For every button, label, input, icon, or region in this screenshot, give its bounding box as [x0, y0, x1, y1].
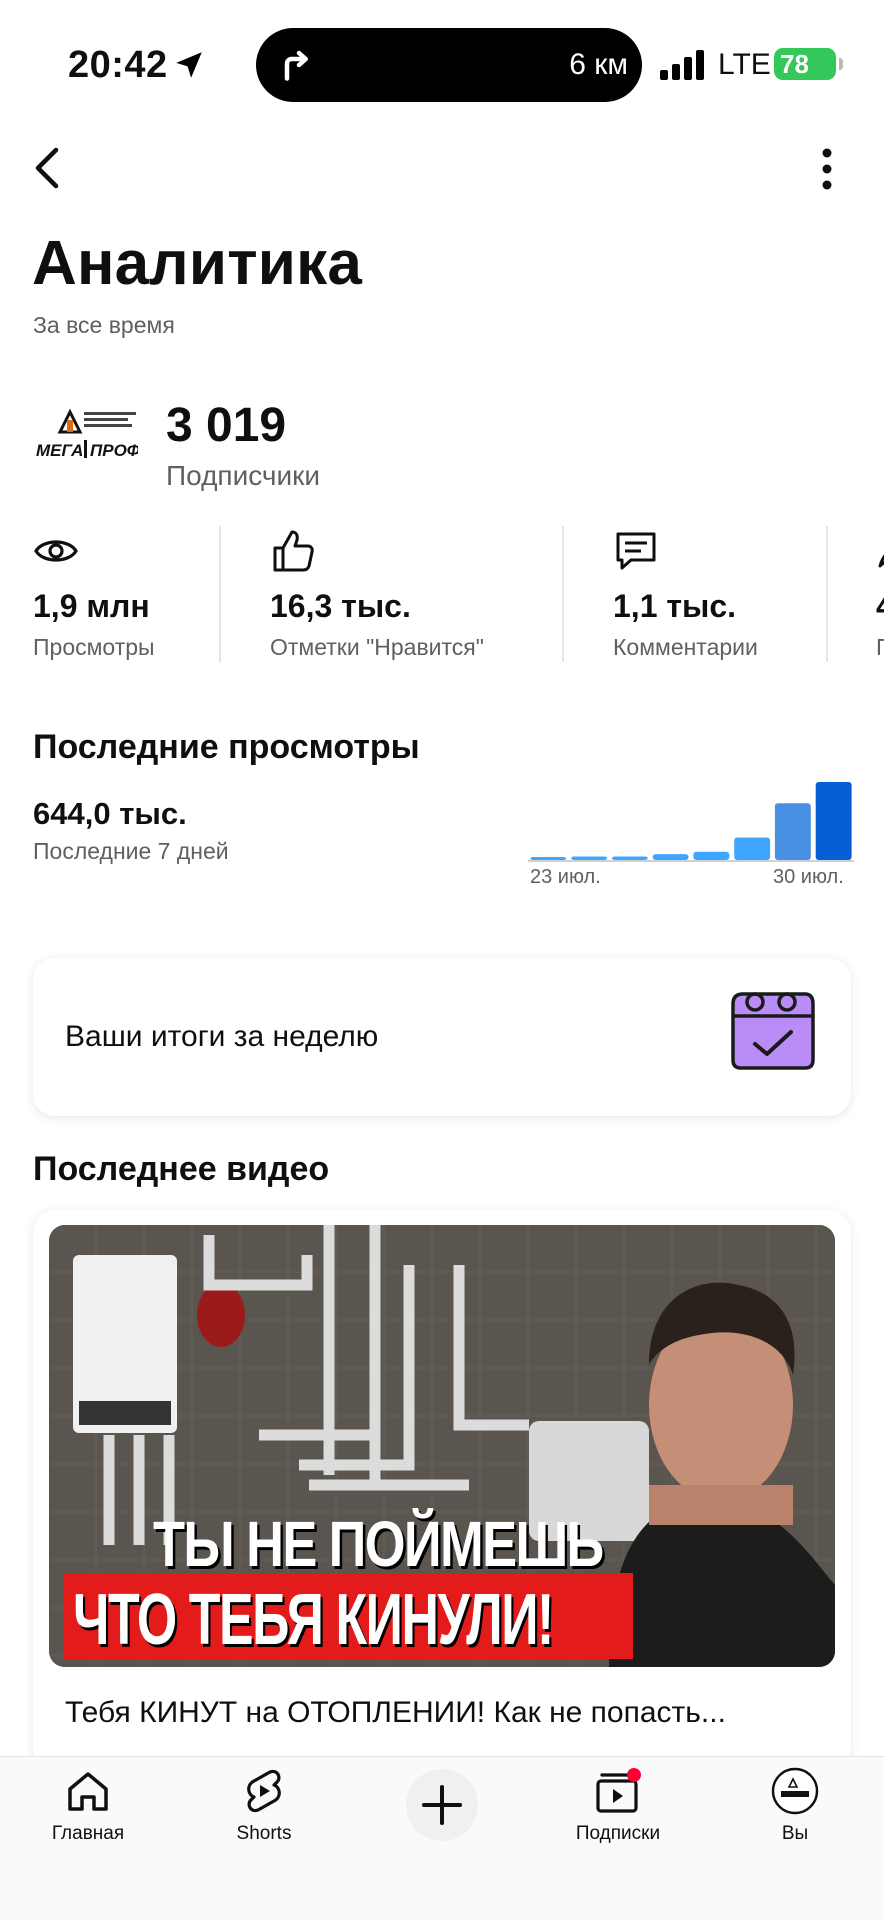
turn-right-icon	[284, 50, 308, 81]
thumbnail-text-line1: ТЫ НЕ ПОЙМЕШЬ	[153, 1508, 604, 1580]
dynamic-island: 6 км	[256, 28, 642, 102]
status-bar: 20:42 6 км LTE 78	[0, 0, 884, 120]
chart-end-label: 30 июл.	[773, 866, 844, 888]
svg-text:ПРОФИ: ПРОФИ	[90, 441, 138, 460]
network-type: LTE	[718, 48, 771, 81]
chart-start-label: 23 июл.	[530, 866, 601, 888]
share-icon	[878, 554, 884, 568]
calendar-check-icon	[731, 992, 815, 1070]
metric-likes-label: Отметки "Нравится"	[270, 634, 484, 660]
signal-icon	[660, 50, 704, 80]
nav-shorts[interactable]: Shorts	[194, 1757, 334, 1867]
subscriptions-icon	[596, 1768, 641, 1813]
subscribers-count: 3 019	[166, 399, 287, 452]
video-title[interactable]: Тебя КИНУТ на ОТОПЛЕНИИ! Как не попасть.…	[65, 1696, 845, 1730]
battery-indicator: 78	[774, 48, 843, 80]
metric-shares-label: П	[876, 634, 884, 661]
metric-comments-value: 1,1 тыс.	[613, 588, 737, 624]
bottom-navigation: Главная Shorts Подписки Вы	[0, 1756, 884, 1920]
nav-shorts-label: Shorts	[236, 1823, 292, 1844]
shorts-icon	[247, 1769, 281, 1813]
metric-divider	[562, 526, 564, 662]
nav-subscriptions-label: Подписки	[575, 1823, 661, 1844]
chart-bar	[652, 854, 689, 860]
weekly-summary-label: Ваши итоги за неделю	[65, 1020, 379, 1053]
chart-bar	[571, 856, 608, 860]
thumbs-up-icon	[273, 530, 314, 572]
metrics-row[interactable]: 1,9 млн Просмотры 16,3 тыс. Отметки "Нра…	[0, 522, 884, 664]
metric-views-label: Просмотры	[33, 634, 155, 660]
latest-video-title: Последнее видео	[33, 1150, 330, 1188]
thumbnail-text-line2: ЧТО ТЕБЯ КИНУЛИ!	[73, 1580, 554, 1660]
create-button[interactable]	[406, 1769, 478, 1841]
recent-views-value: 644,0 тыс.	[33, 796, 187, 831]
recent-views-period: Последние 7 дней	[33, 838, 229, 864]
period-subtitle[interactable]: За все время	[33, 312, 175, 339]
nav-you[interactable]: Вы	[725, 1757, 865, 1867]
metric-likes-value: 16,3 тыс.	[270, 588, 411, 624]
home-icon	[68, 1772, 108, 1811]
battery-level: 78	[780, 49, 809, 79]
location-arrow-icon	[176, 52, 202, 78]
chart-bar	[774, 803, 811, 860]
chart-bar	[815, 782, 852, 860]
page-title: Аналитика	[32, 229, 362, 298]
metric-divider	[219, 526, 221, 662]
navigation-distance: 6 км	[569, 48, 628, 81]
avatar-icon	[771, 1767, 819, 1815]
metric-comments-label: Комментарии	[613, 634, 758, 660]
metric-views-value: 1,9 млн	[33, 588, 150, 624]
status-time: 20:42	[68, 44, 168, 86]
chart-bar	[530, 857, 567, 860]
weekly-summary-card[interactable]: Ваши итоги за неделю	[33, 958, 851, 1116]
metric-shares-value: 4	[876, 588, 884, 625]
metric-likes[interactable]: 16,3 тыс. Отметки "Нравится"	[270, 522, 570, 664]
chart-bar	[611, 856, 648, 860]
chart-bar	[693, 851, 730, 860]
nav-subscriptions[interactable]: Подписки	[548, 1757, 688, 1867]
back-button[interactable]	[28, 142, 68, 194]
more-options-button[interactable]	[812, 145, 842, 193]
metric-views[interactable]: 1,9 млн Просмотры	[33, 522, 213, 664]
nav-home-label: Главная	[51, 1823, 125, 1844]
eye-icon	[34, 540, 78, 562]
metric-divider	[826, 526, 828, 662]
comment-icon	[616, 532, 656, 570]
chart-bar	[734, 837, 771, 860]
metric-shares[interactable]: 4 П	[876, 522, 884, 664]
recent-views-title: Последние просмотры	[33, 728, 420, 766]
channel-logo: МЕГА ПРОФИ	[36, 408, 138, 460]
latest-video-card[interactable]: ТЫ НЕ ПОЙМЕШЬ ЧТО ТЕБЯ КИНУЛИ! Тебя КИНУ…	[33, 1210, 851, 1770]
create-icon	[422, 1785, 462, 1825]
nav-home[interactable]: Главная	[18, 1757, 158, 1867]
video-thumbnail[interactable]: ТЫ НЕ ПОЙМЕШЬ ЧТО ТЕБЯ КИНУЛИ!	[49, 1225, 835, 1667]
subscribers-label: Подписчики	[166, 460, 321, 491]
svg-text:МЕГА: МЕГА	[36, 441, 83, 460]
nav-you-label: Вы	[781, 1823, 809, 1844]
metric-comments[interactable]: 1,1 тыс. Комментарии	[613, 522, 833, 664]
